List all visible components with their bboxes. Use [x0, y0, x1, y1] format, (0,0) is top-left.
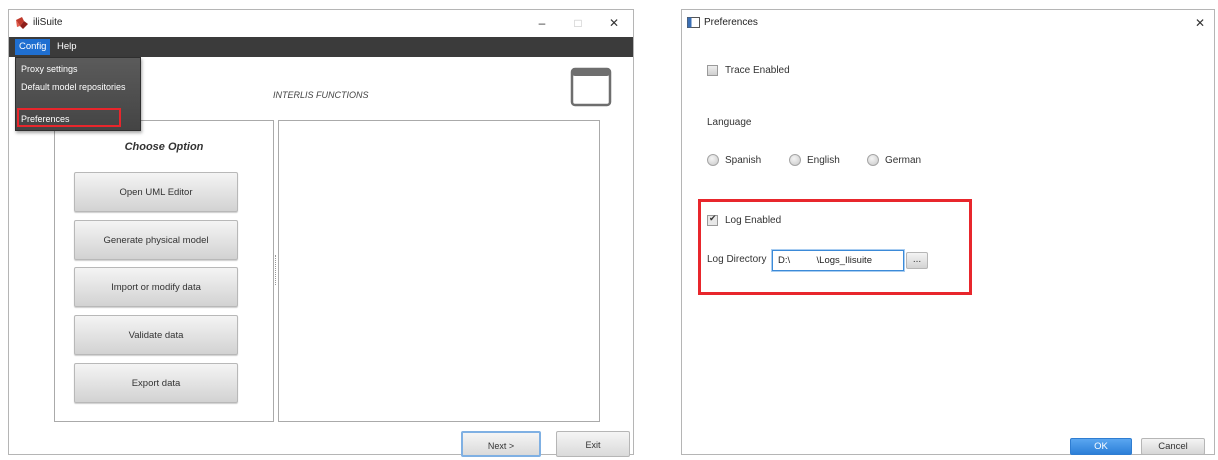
trace-enabled-checkbox[interactable] — [707, 65, 718, 76]
log-directory-label: Log Directory — [707, 254, 767, 265]
check-mark-icon: ✔ — [709, 213, 717, 223]
cancel-button[interactable]: Cancel — [1141, 438, 1205, 455]
preferences-highlight-box — [17, 108, 121, 127]
spanish-label: Spanish — [725, 155, 762, 166]
log-directory-value: D:\ \Logs_Ilisuite — [778, 255, 872, 266]
menu-help[interactable]: Help — [53, 39, 81, 55]
log-enabled-label: Log Enabled — [725, 215, 782, 226]
browse-button[interactable]: ... — [906, 252, 928, 269]
ilisuite-window: iliSuite – □ ✕ Config Help Proxy setting… — [8, 9, 634, 457]
details-panel — [278, 120, 600, 422]
minimize-button[interactable]: – — [528, 14, 556, 32]
splitter-handle[interactable] — [275, 255, 277, 285]
language-label: Language — [707, 117, 752, 128]
preferences-titlebar: Preferences ✕ — [682, 10, 1214, 36]
ok-button[interactable]: OK — [1070, 438, 1132, 455]
choose-option-title: Choose Option — [124, 141, 204, 153]
preferences-window: Preferences ✕ Trace Enabled Language Spa… — [681, 9, 1215, 455]
app-window-icon — [687, 17, 700, 28]
maximize-button[interactable]: □ — [564, 14, 592, 32]
next-button[interactable]: Next > — [461, 431, 541, 457]
window-title: iliSuite — [33, 17, 63, 28]
ilisuite-titlebar: iliSuite – □ ✕ — [9, 10, 633, 36]
exit-button[interactable]: Exit — [556, 431, 630, 457]
import-or-modify-data-button[interactable]: Import or modify data — [74, 267, 238, 307]
export-data-button[interactable]: Export data — [74, 363, 238, 403]
menu-config[interactable]: Config — [15, 39, 51, 55]
close-button[interactable]: ✕ — [600, 14, 628, 32]
close-button[interactable]: ✕ — [1186, 14, 1214, 32]
interlis-functions-header: INTERLIS FUNCTIONS — [273, 90, 369, 100]
english-radio[interactable] — [789, 154, 801, 166]
german-label: German — [885, 155, 922, 166]
menu-bar: Config Help — [9, 37, 633, 57]
validate-data-button[interactable]: Validate data — [74, 315, 238, 355]
choose-option-panel: Choose Option Open UML Editor Generate p… — [54, 120, 274, 422]
menu-item-proxy-settings[interactable]: Proxy settings — [16, 60, 140, 78]
ilisuite-logo-icon — [16, 17, 28, 29]
log-settings-highlight-box — [698, 199, 972, 295]
spanish-radio[interactable] — [707, 154, 719, 166]
trace-enabled-label: Trace Enabled — [725, 65, 790, 76]
open-uml-editor-button[interactable]: Open UML Editor — [74, 172, 238, 212]
log-directory-input[interactable]: D:\ \Logs_Ilisuite — [772, 250, 904, 271]
log-enabled-checkbox[interactable]: ✔ — [707, 213, 718, 226]
window-icon — [570, 67, 612, 107]
english-label: English — [807, 155, 840, 166]
config-dropdown-menu: Proxy settings Default model repositorie… — [15, 57, 141, 131]
preferences-title: Preferences — [704, 17, 758, 28]
german-radio[interactable] — [867, 154, 879, 166]
menu-item-default-model-repositories[interactable]: Default model repositories — [16, 78, 140, 96]
generate-physical-model-button[interactable]: Generate physical model — [74, 220, 238, 260]
